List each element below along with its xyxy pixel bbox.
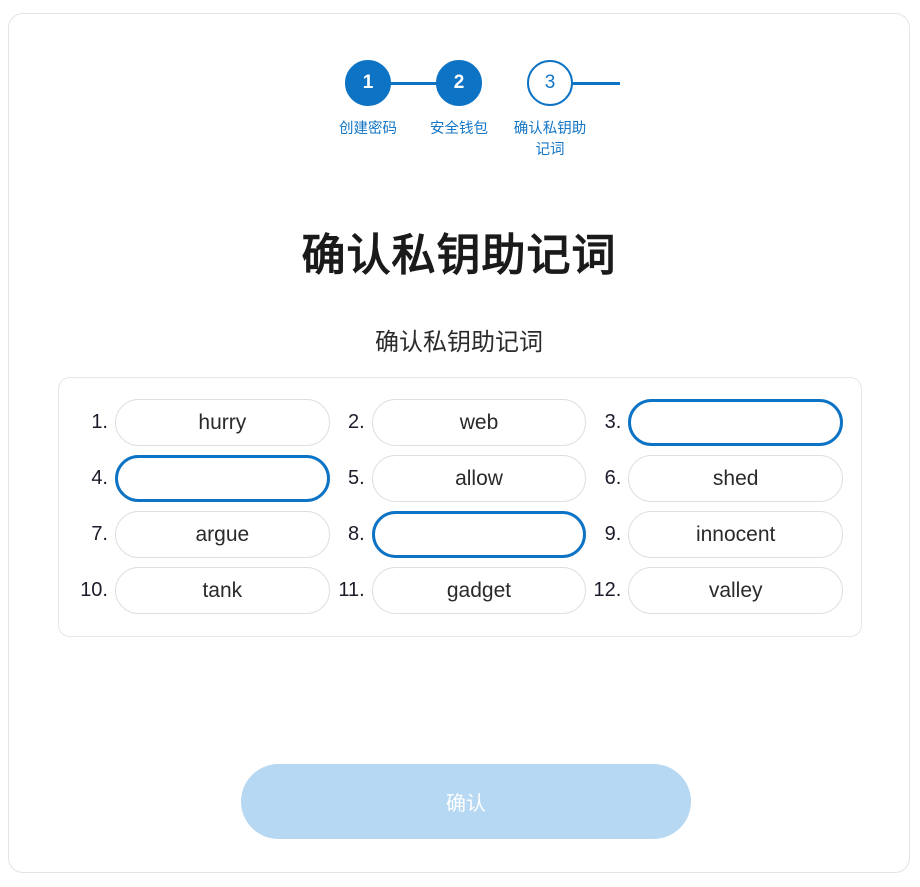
mnemonic-word-slot[interactable]: innocent [628,511,843,558]
mnemonic-index: 7. [91,523,108,545]
mnemonic-index: 6. [604,467,622,489]
step-1-label: 创建密码 [339,121,397,137]
mnemonic-index: 1. [91,411,108,433]
step-1-circle[interactable]: 1 [345,60,391,106]
mnemonic-index: 10. [80,579,108,601]
mnemonic-cell: 11. gadget [334,567,587,614]
mnemonic-index: 8. [347,523,365,545]
step-2-circle[interactable]: 2 [436,60,482,106]
mnemonic-blank-slot[interactable] [115,455,330,502]
mnemonic-cell: 4. [77,455,330,502]
mnemonic-cell: 2. web [334,399,587,446]
mnemonic-cell: 7. argue [77,511,330,558]
step-2-number: 2 [453,72,465,93]
mnemonic-word-slot[interactable]: shed [628,455,843,502]
mnemonic-cell: 10. tank [77,567,330,614]
step-2[interactable]: 2 安全钱包 [414,60,620,140]
progress-stepper: 1 创建密码 2 安全钱包 3 确认私钥助记词 [9,60,909,161]
mnemonic-cell: 3. [590,399,843,446]
page-subtitle: 确认私钥助记词 [375,329,543,356]
step-3-label: 确认私钥助记词 [513,121,587,159]
mnemonic-index: 2. [347,411,365,433]
mnemonic-index: 9. [604,523,622,545]
step-connector-2-3 [572,82,620,85]
mnemonic-word-slot[interactable]: hurry [115,399,330,446]
mnemonic-index: 4. [91,467,108,489]
page-title: 确认私钥助记词 [301,231,617,280]
mnemonic-index: 5. [347,467,365,489]
step-2-label: 安全钱包 [430,121,488,137]
mnemonic-word-slot[interactable]: valley [628,567,843,614]
mnemonic-index: 12. [593,579,622,601]
mnemonic-cell: 1. hurry [77,399,330,446]
mnemonic-word-slot[interactable]: allow [371,455,587,502]
step-connector-1-2 [390,82,438,85]
step-1[interactable]: 1 创建密码 [323,60,438,140]
mnemonic-word-slot[interactable]: argue [115,511,330,558]
onboarding-card: 1 创建密码 2 安全钱包 3 确认私钥助记词 确认私钥助记词 确认私钥助记词 … [8,13,910,873]
mnemonic-cell: 9. innocent [590,511,843,558]
mnemonic-word-slot[interactable]: web [371,399,587,446]
step-3[interactable]: 3 确认私钥助记词 [505,60,596,161]
step-3-circle[interactable]: 3 [527,60,573,106]
mnemonic-cell: 6. shed [590,455,843,502]
mnemonic-index: 11. [338,579,365,601]
mnemonic-blank-slot[interactable] [371,511,587,558]
mnemonic-blank-slot[interactable] [628,399,843,446]
step-1-number: 1 [362,72,374,93]
mnemonic-word-slot[interactable]: gadget [371,567,587,614]
step-3-number: 3 [544,72,556,93]
confirm-button[interactable]: 确认 [241,764,691,839]
mnemonic-panel: 1. hurry 2. web 3. 4. 5. allow 6. shed 7. argue 8. 9.… [58,377,862,637]
mnemonic-index: 3. [604,411,622,433]
mnemonic-word-slot[interactable]: tank [115,567,330,614]
mnemonic-cell: 5. allow [334,455,587,502]
mnemonic-cell: 12. valley [590,567,843,614]
mnemonic-grid: 1. hurry 2. web 3. 4. 5. allow 6. shed 7. argue 8. 9.… [77,399,843,614]
mnemonic-cell: 8. [334,511,587,558]
